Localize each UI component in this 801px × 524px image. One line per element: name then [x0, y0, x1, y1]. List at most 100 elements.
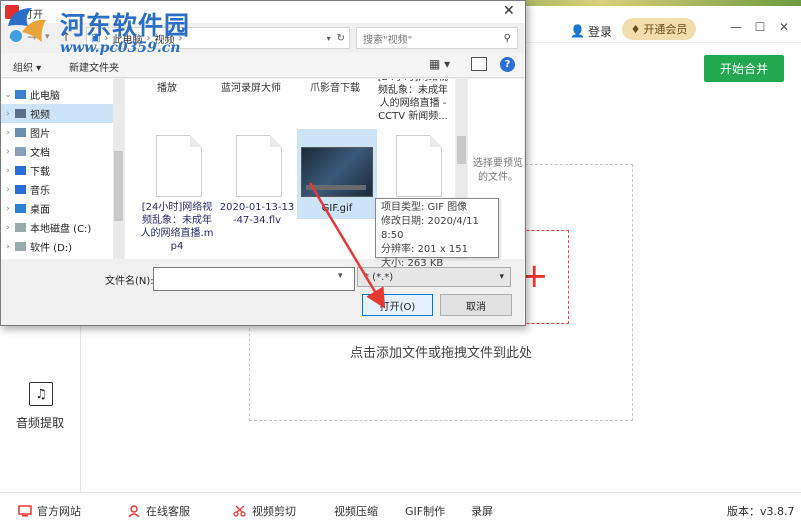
up-arrow-icon[interactable]: ↑ [61, 30, 71, 44]
tree-item-downloads[interactable]: › 下载 [1, 161, 113, 180]
chevron-right-icon[interactable]: › [1, 185, 15, 195]
file-name: [24小时]网络视频乱象：未成年人的网络直播.mp4 [140, 202, 214, 252]
sidebar-item-audio-extract[interactable]: ♫ 音频提取 [0, 382, 80, 442]
preview-hint: 选择要预览的文件。 [473, 158, 523, 183]
file-type-value: * (*.*) [364, 271, 394, 283]
close-button[interactable]: ✕ [776, 20, 792, 34]
file-name: 2020-01-13-13-47-34.flv [219, 202, 295, 226]
recent-dropdown-icon[interactable]: ▾ [45, 32, 50, 42]
address-bar[interactable]: ▣ › 此电脑 › 视频 › ▾ ↻ [86, 27, 350, 49]
tooltip-line: 分辨率: 201 x 151 [381, 244, 468, 255]
file-caption-partial[interactable]: 播放 [129, 79, 205, 94]
breadcrumb-item[interactable]: 视频 [154, 31, 174, 46]
tree-item-drive-d[interactable]: › 软件 (D:) [1, 237, 113, 256]
tree-item-label: 下载 [30, 167, 50, 178]
filename-input[interactable] [153, 267, 355, 291]
start-merge-button[interactable]: 开始合并 [704, 55, 784, 82]
chevron-right-icon[interactable]: › [1, 166, 15, 176]
video-folder-icon [15, 109, 26, 118]
footer-label: 官方网站 [37, 505, 81, 518]
tree-item-label: 桌面 [30, 205, 50, 216]
footer-video-cut[interactable]: 视频剪切 [233, 503, 296, 519]
tree-item-pictures[interactable]: › 图片 [1, 123, 113, 142]
breadcrumb-separator-icon: › [178, 32, 183, 44]
filename-label: 文件名(N): [105, 276, 154, 287]
download-folder-icon [15, 166, 26, 175]
drive-icon [15, 242, 26, 251]
preview-pane-icon[interactable] [471, 57, 487, 71]
cancel-button[interactable]: 取消 [440, 294, 512, 316]
vip-button[interactable]: ♦ 开通会员 [622, 18, 696, 40]
chevron-down-icon: ▾ [499, 272, 504, 282]
tree-item-label: 音乐 [30, 186, 50, 197]
view-mode-icon[interactable]: ▦ ▾ [429, 57, 455, 71]
search-input[interactable]: 搜索"视频" ⚲ [356, 27, 518, 49]
minimize-button[interactable]: — [728, 20, 744, 34]
search-placeholder: 搜索"视频" [363, 34, 413, 46]
desktop-folder-icon [15, 204, 26, 213]
music-note-icon: ♫ [29, 382, 53, 406]
tree-item-label: 软件 (D:) [30, 243, 73, 254]
file-item[interactable]: 2020-01-13-13-47-34.flv [219, 135, 295, 259]
new-folder-button[interactable]: 新建文件夹 [69, 59, 119, 74]
sidebar-item-label: 音频提取 [15, 416, 64, 430]
file-caption-partial[interactable]: [24小时]网络视频乱象：未成年人的网络直播 - CCTV 新闻频... [375, 79, 451, 121]
tree-item-label: 此电脑 [30, 91, 60, 102]
footer-online-service[interactable]: 在线客服 [127, 503, 190, 519]
app-logo-icon [5, 5, 19, 19]
tree-item-this-pc[interactable]: ⌄ 此电脑 [1, 85, 113, 104]
file-caption-partial[interactable]: 爪影音下载 [297, 79, 373, 94]
open-button[interactable]: 打开(O) [362, 294, 433, 316]
chevron-right-icon[interactable]: › [1, 204, 15, 214]
tree-item-videos[interactable]: › 视频 [1, 104, 113, 123]
filename-dropdown-icon[interactable]: ▾ [338, 271, 343, 281]
organize-button[interactable]: 组织 ▾ [13, 59, 41, 74]
tooltip-line: 项目类型: GIF 图像 [381, 202, 468, 213]
file-caption-partial[interactable]: 蓝河录屏大师 [213, 79, 289, 94]
footer-gif-make[interactable]: GIF制作 [405, 503, 445, 519]
document-file-icon [156, 135, 202, 197]
footer-official-site[interactable]: 官方网站 [18, 503, 81, 519]
tree-item-documents[interactable]: › 文档 [1, 142, 113, 161]
footer-video-compress[interactable]: 视频压缩 [334, 503, 378, 519]
tree-item-label: 图片 [30, 129, 50, 140]
tree-scrollbar-thumb[interactable] [114, 151, 123, 221]
person-icon [128, 505, 140, 517]
tree-item-drive-c[interactable]: › 本地磁盘 (C:) [1, 218, 113, 237]
footer-label: 录屏 [471, 505, 493, 518]
document-file-icon [396, 135, 442, 197]
footer-screen-record[interactable]: 录屏 [471, 503, 493, 519]
document-file-icon [236, 135, 282, 197]
address-row: ← → ▾ ↑ ▣ › 此电脑 › 视频 › ▾ ↻ 搜索"视频" ⚲ [1, 25, 525, 51]
diamond-icon: ♦ [630, 22, 641, 36]
file-type-select[interactable]: * (*.*) ▾ [357, 267, 511, 287]
dialog-close-icon[interactable]: ✕ [503, 3, 515, 19]
file-item[interactable]: [24小时]网络视频乱象：未成年人的网络直播.mp4 [139, 135, 215, 259]
chevron-right-icon[interactable]: › [1, 147, 15, 157]
refresh-icon[interactable]: ↻ [337, 33, 345, 44]
chevron-right-icon[interactable]: › [1, 242, 15, 252]
pc-icon [15, 90, 26, 99]
chevron-down-icon[interactable]: ⌄ [1, 90, 15, 100]
drive-icon [15, 223, 26, 232]
address-dropdown-icon[interactable]: ▾ [327, 34, 331, 43]
footer-label: 视频压缩 [334, 505, 378, 518]
login-link[interactable]: 👤 登录 [570, 22, 612, 40]
chevron-right-icon[interactable]: › [1, 223, 15, 233]
maximize-button[interactable]: ☐ [752, 20, 768, 34]
breadcrumb-item[interactable]: 此电脑 [112, 31, 142, 46]
tree-item-music[interactable]: › 音乐 [1, 180, 113, 199]
tree-item-desktop[interactable]: › 桌面 [1, 199, 113, 218]
help-icon[interactable]: ? [500, 57, 515, 72]
chevron-right-icon[interactable]: › [1, 109, 15, 119]
back-arrow-icon[interactable]: ← [9, 30, 19, 44]
dialog-titlebar[interactable]: 打开 ✕ [1, 1, 525, 23]
gif-thumbnail-taskbar [306, 185, 366, 190]
chevron-right-icon[interactable]: › [1, 128, 15, 138]
forward-arrow-icon[interactable]: → [27, 30, 37, 44]
breadcrumb-separator-icon: › [146, 32, 151, 44]
app-footer: 官方网站 在线客服 视频剪切 视频压缩 GIF制作 录屏 版本：v3.8.7 [0, 492, 801, 524]
dialog-title: 打开 [23, 10, 43, 21]
file-list-scrollbar-thumb[interactable] [457, 136, 466, 164]
dialog-toolbar: 组织 ▾ 新建文件夹 ▦ ▾ ? [1, 53, 525, 78]
